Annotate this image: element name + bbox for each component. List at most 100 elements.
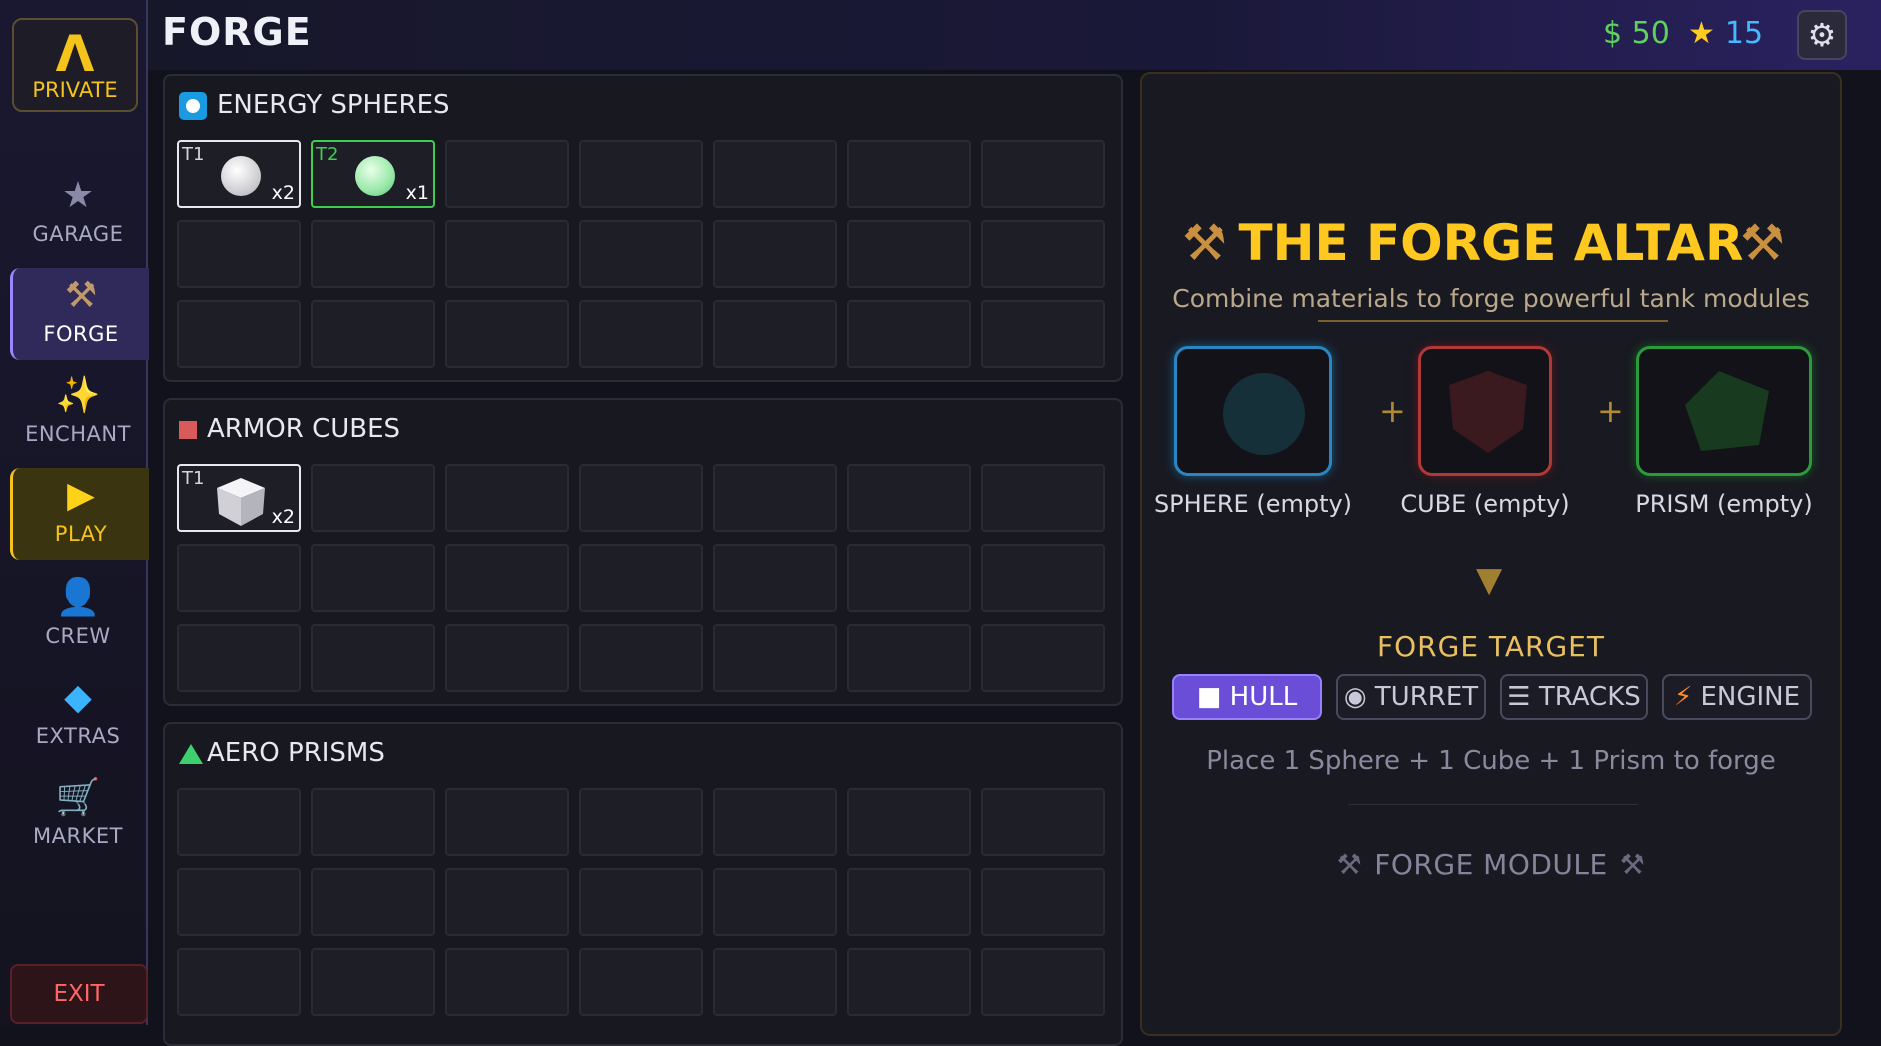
prism-category-icon: [179, 743, 203, 764]
empty-slot[interactable]: [981, 140, 1105, 208]
sphere-slot-label: SPHERE (empty): [1153, 490, 1353, 518]
empty-slot[interactable]: [445, 300, 569, 368]
empty-slot[interactable]: [579, 220, 703, 288]
prism-slot-label: PRISM (empty): [1635, 490, 1813, 518]
empty-slot[interactable]: [311, 220, 435, 288]
empty-slot[interactable]: [177, 788, 301, 856]
empty-slot[interactable]: [177, 624, 301, 692]
nav-crew[interactable]: 👤 CREW: [10, 570, 146, 662]
empty-slot[interactable]: [579, 544, 703, 612]
altar-subtitle: Combine materials to forge powerful tank…: [1172, 284, 1810, 313]
plus-icon: +: [1379, 392, 1406, 430]
target-tracks-button[interactable]: ☰ TRACKS: [1500, 674, 1648, 720]
empty-slot[interactable]: [713, 948, 837, 1016]
empty-slot[interactable]: [847, 788, 971, 856]
exit-button[interactable]: EXIT: [10, 964, 148, 1024]
empty-slot[interactable]: [445, 868, 569, 936]
empty-slot[interactable]: [311, 464, 435, 532]
empty-slot[interactable]: [713, 300, 837, 368]
empty-slot[interactable]: [981, 300, 1105, 368]
target-hull-button[interactable]: ■ HULL: [1172, 674, 1322, 720]
private-badge[interactable]: Λ PRIVATE: [12, 18, 138, 112]
empty-slot[interactable]: [445, 624, 569, 692]
empty-slot[interactable]: [311, 300, 435, 368]
empty-slot[interactable]: [177, 544, 301, 612]
empty-slot[interactable]: [713, 788, 837, 856]
empty-slot[interactable]: [981, 948, 1105, 1016]
empty-slot[interactable]: [311, 788, 435, 856]
sphere-slot-t2[interactable]: T2 x1: [311, 140, 435, 208]
right-hammer-icon: ⚒: [1740, 214, 1785, 272]
empty-slot[interactable]: [311, 624, 435, 692]
empty-slot[interactable]: [981, 624, 1105, 692]
nav-extras[interactable]: ◆ EXTRAS: [10, 670, 146, 762]
empty-slot[interactable]: [445, 140, 569, 208]
empty-slot[interactable]: [713, 868, 837, 936]
target-engine-button[interactable]: ⚡ ENGINE: [1662, 674, 1812, 720]
empty-slot[interactable]: [579, 868, 703, 936]
empty-slot[interactable]: [847, 948, 971, 1016]
empty-slot[interactable]: [579, 300, 703, 368]
empty-slot[interactable]: [445, 788, 569, 856]
prism-ingredient-slot[interactable]: [1636, 346, 1812, 476]
empty-slot[interactable]: [177, 868, 301, 936]
nav-forge-label: FORGE: [43, 322, 119, 346]
empty-slot[interactable]: [311, 544, 435, 612]
empty-slot[interactable]: [177, 300, 301, 368]
aero-prisms-label: AERO PRISMS: [207, 738, 385, 768]
empty-slot[interactable]: [847, 624, 971, 692]
empty-slot[interactable]: [981, 544, 1105, 612]
empty-slot[interactable]: [847, 464, 971, 532]
sphere-slot-t1[interactable]: T1 x2: [177, 140, 301, 208]
nav-enchant[interactable]: ✨ ENCHANT: [10, 368, 146, 460]
cube-ingredient-slot[interactable]: [1418, 346, 1552, 476]
empty-slot[interactable]: [445, 544, 569, 612]
nav-play[interactable]: ▶ PLAY: [10, 468, 149, 560]
empty-slot[interactable]: [713, 220, 837, 288]
empty-slot[interactable]: [579, 948, 703, 1016]
settings-button[interactable]: ⚙: [1797, 10, 1847, 60]
nav-market[interactable]: 🛒 MARKET: [10, 770, 146, 862]
prism-placeholder-icon: [1685, 371, 1769, 451]
target-turret-button[interactable]: ◉ TURRET: [1336, 674, 1486, 720]
empty-slot[interactable]: [713, 464, 837, 532]
empty-slot[interactable]: [981, 788, 1105, 856]
forge-hint: Place 1 Sphere + 1 Cube + 1 Prism to for…: [1206, 746, 1776, 776]
empty-slot[interactable]: [579, 624, 703, 692]
empty-slot[interactable]: [445, 464, 569, 532]
nav-forge[interactable]: ⚒ FORGE: [10, 268, 149, 360]
empty-slot[interactable]: [445, 220, 569, 288]
empty-slot[interactable]: [177, 220, 301, 288]
nav-crew-label: CREW: [45, 624, 111, 648]
slot-qty: x2: [271, 506, 295, 528]
empty-slot[interactable]: [177, 948, 301, 1016]
gear-icon: ⚙: [1807, 16, 1837, 54]
empty-slot[interactable]: [713, 544, 837, 612]
empty-slot[interactable]: [713, 624, 837, 692]
empty-slot[interactable]: [713, 140, 837, 208]
nav-garage[interactable]: ★ GARAGE: [10, 168, 146, 260]
nav-garage-label: GARAGE: [32, 222, 124, 246]
empty-slot[interactable]: [311, 948, 435, 1016]
sphere-ingredient-slot[interactable]: [1174, 346, 1332, 476]
empty-slot[interactable]: [847, 868, 971, 936]
forge-module-button[interactable]: ⚒ FORGE MODULE ⚒: [1142, 848, 1840, 881]
empty-slot[interactable]: [579, 788, 703, 856]
stars-value: 15: [1724, 16, 1764, 51]
cube-slot-t1[interactable]: T1 x2: [177, 464, 301, 532]
empty-slot[interactable]: [847, 544, 971, 612]
down-arrow-icon: ▼: [1476, 560, 1503, 600]
empty-slot[interactable]: [847, 140, 971, 208]
empty-slot[interactable]: [847, 300, 971, 368]
empty-slot[interactable]: [981, 220, 1105, 288]
empty-slot[interactable]: [981, 868, 1105, 936]
empty-slot[interactable]: [579, 140, 703, 208]
empty-slot[interactable]: [579, 464, 703, 532]
lambda-logo-icon: Λ: [55, 25, 95, 83]
empty-slot[interactable]: [847, 220, 971, 288]
aero-prisms-panel: AERO PRISMS: [163, 722, 1123, 1046]
diamond-icon: ◆: [64, 677, 92, 718]
empty-slot[interactable]: [981, 464, 1105, 532]
empty-slot[interactable]: [311, 868, 435, 936]
empty-slot[interactable]: [445, 948, 569, 1016]
